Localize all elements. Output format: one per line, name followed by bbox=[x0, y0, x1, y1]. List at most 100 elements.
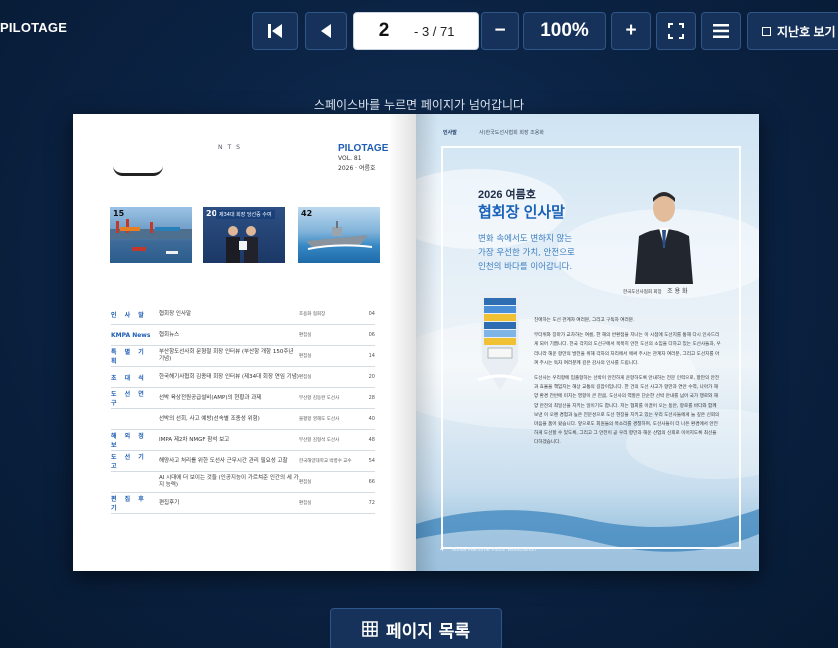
article-paragraph: 친애하는 도선 관계자 여러분, 그리고 구독자 여러분. bbox=[534, 318, 635, 323]
grid-icon bbox=[362, 621, 378, 637]
toc-row[interactable]: 초 대 석 한국해기사협회 김종태 회장 인터뷰 (제34대 회장 연임 기념)… bbox=[111, 367, 375, 388]
toc-author: 조용화 협회장 bbox=[299, 312, 326, 317]
toc-row[interactable]: 선박의 선회, 사고 예방(선속별 조종성 위험) 울평항 영해도 도선사 40 bbox=[111, 409, 375, 430]
toc-row[interactable]: 인 사 말 협회장 인사말 조용화 협회장 04 bbox=[111, 304, 375, 325]
toc-page: 48 bbox=[368, 437, 375, 443]
cover-logo-mark bbox=[113, 166, 163, 176]
portrait-caption: 한국도선사협회 회장 조 용 화 bbox=[623, 286, 688, 295]
first-page-icon bbox=[268, 24, 282, 38]
fullscreen-icon bbox=[668, 23, 684, 39]
toc-title: 한국해기사협회 김종태 회장 인터뷰 (제34대 회장 연임 기념) bbox=[159, 373, 299, 380]
toc-row[interactable]: AI 시대에 더 보이는 것들 (인공지능이 가르쳐준 인간의 세 가지 능력)… bbox=[111, 472, 375, 493]
prev-page-button[interactable] bbox=[305, 12, 347, 50]
page-total: - 3 / 71 bbox=[414, 23, 455, 39]
toc-category: 도 선 기 고 bbox=[111, 454, 147, 470]
article-paragraph: 무더위와 장마가 교차하는 여름, 한 해의 반환점을 지나는 이 시점에 도선… bbox=[534, 333, 721, 366]
toc-author: 편집실 bbox=[299, 480, 312, 485]
toc-row[interactable]: 특 별 기 획 부산항도선사회 문형철 회장 인터뷰 (부산항 개항 150주년… bbox=[111, 346, 375, 367]
toc-title: AI 시대에 더 보이는 것들 (인공지능이 가르쳐준 인간의 세 가지 능력) bbox=[159, 475, 299, 488]
article-issue: 2026 여름호 bbox=[478, 189, 536, 201]
toc-author: 편집실 bbox=[299, 333, 312, 338]
toc-title: 해양사고 처리를 위한 도선사 근무시간 관리 필요성 고찰 bbox=[159, 457, 288, 464]
toc-page: 04 bbox=[368, 311, 375, 317]
toc-author: 편집실 bbox=[299, 354, 312, 359]
masthead-title: PILOTAGE bbox=[338, 143, 389, 154]
first-page-button[interactable] bbox=[252, 12, 298, 50]
toc-title: 선박 육상전원공급설비(AMP)의 현황과 과제 bbox=[159, 394, 262, 401]
toc-title: 선박의 선회, 사고 예방(선속별 조종성 위험) bbox=[159, 415, 260, 422]
toc-author: 울평항 영해도 도선사 bbox=[299, 417, 340, 422]
toc-row[interactable]: 편 집 후 기 편집후기 편집실 72 bbox=[111, 493, 375, 514]
toc-author: 부산항 김동완 도선사 bbox=[299, 396, 340, 401]
portrait-caption-name: 조 용 화 bbox=[667, 288, 688, 295]
toc-category: KMPA News bbox=[111, 331, 151, 339]
zoom-level[interactable]: 100% bbox=[523, 12, 606, 50]
toc-title: 협회장 인사말 bbox=[159, 310, 192, 317]
page-list-label: 페이지 목록 bbox=[385, 621, 471, 642]
page-input[interactable]: 2 - 3 / 71 bbox=[353, 12, 479, 50]
toc-page: 20 bbox=[368, 374, 375, 380]
current-page-value[interactable]: 2 bbox=[354, 20, 414, 42]
calligraphy-line: 변화 속에서도 변하지 않는 bbox=[478, 234, 573, 244]
thumbnail-number: 15 bbox=[113, 209, 125, 218]
thumbnail-award[interactable]: 20 제34대 회장 당선증 수여 bbox=[203, 207, 285, 263]
toc-row[interactable]: 도 선 기 고 해양사고 처리를 위한 도선사 근무시간 관리 필요성 고찰 한… bbox=[111, 451, 375, 472]
toc-page: 72 bbox=[368, 500, 375, 506]
toc-category: 특 별 기 획 bbox=[111, 349, 147, 365]
spacebar-hint: 스페이스바를 누르면 페이지가 넘어갑니다 bbox=[313, 98, 525, 112]
footer-association: Korea Maritime Pilots' Association bbox=[452, 547, 537, 553]
zoom-out-button[interactable]: − bbox=[481, 12, 519, 50]
masthead-volume: VOL. 81 bbox=[338, 155, 362, 162]
thumbnail-port[interactable]: 15 bbox=[110, 207, 192, 263]
toc-page: 28 bbox=[368, 395, 375, 401]
toc-row[interactable]: 해 외 정 보 IMPA 제2차 NMGF 참석 보고 부산항 김형석 도선사 … bbox=[111, 430, 375, 451]
toc-page: 40 bbox=[368, 416, 375, 422]
thumbnail-caption: 제34대 회장 당선증 수여 bbox=[216, 210, 275, 219]
chevron-left-icon bbox=[321, 24, 331, 38]
portrait-caption-role: 한국도선사협회 회장 bbox=[623, 290, 662, 295]
calligraphy-quote: 변화 속에서도 변하지 않는 가장 우선한 가치, 안전으로 인천의 바다를 이… bbox=[478, 232, 575, 274]
toc-author: 한국해양대학교 박병수 교수 bbox=[299, 459, 352, 464]
toc-category: 해 외 정 보 bbox=[111, 433, 147, 449]
article-body: 친애하는 도선 관계자 여러분, 그리고 구독자 여러분. 무더위와 장마가 교… bbox=[534, 316, 722, 454]
calligraphy-line: 가장 우선한 가치, 안전으로 bbox=[478, 248, 575, 258]
toc-page: 14 bbox=[368, 353, 375, 359]
archive-button[interactable]: 지난호 보기 bbox=[747, 12, 838, 50]
minus-icon: − bbox=[494, 20, 506, 41]
left-page[interactable]: NTS PILOTAGE VOL. 81 2026 · 여름호 15 20 제3… bbox=[73, 114, 416, 571]
toc-page: 66 bbox=[368, 479, 375, 485]
toc-title: 편집후기 bbox=[159, 499, 180, 506]
menu-button[interactable] bbox=[701, 12, 741, 50]
toc-row[interactable]: KMPA News 협회뉴스 편집실 06 bbox=[111, 325, 375, 346]
toc-page: 54 bbox=[368, 458, 375, 464]
toc-category: 초 대 석 bbox=[111, 374, 147, 382]
toc-title: IMPA 제2차 NMGF 참석 보고 bbox=[159, 436, 230, 443]
calligraphy-line: 인천의 바다를 이어갑니다. bbox=[478, 262, 573, 272]
brand-logo: PILOTAGE bbox=[0, 20, 68, 35]
masthead-issue: 2026 · 여름호 bbox=[338, 165, 376, 172]
thumbnail-ship[interactable]: 42 bbox=[298, 207, 380, 263]
book-spread[interactable]: NTS PILOTAGE VOL. 81 2026 · 여름호 15 20 제3… bbox=[73, 114, 759, 571]
toc-author: 부산항 김형석 도선사 bbox=[299, 438, 340, 443]
header-nts: NTS bbox=[218, 144, 245, 151]
toc-category: 편 집 후 기 bbox=[111, 496, 147, 512]
archive-label: 지난호 보기 bbox=[777, 24, 836, 39]
zoom-in-button[interactable]: + bbox=[611, 12, 651, 50]
page-list-button[interactable]: 페이지 목록 bbox=[330, 608, 502, 648]
article-paragraph: 도선사는 우리항에 입출항하는 선박이 안전하게 운항하도록 안내하는 전문 인… bbox=[534, 376, 720, 446]
president-portrait bbox=[635, 192, 693, 284]
toc-title: 부산항도선사회 문형철 회장 인터뷰 (부산항 개항 150주년 기념) bbox=[159, 349, 294, 362]
archive-icon bbox=[762, 26, 771, 36]
container-ship-illustration bbox=[477, 294, 523, 390]
fullscreen-button[interactable] bbox=[656, 12, 696, 50]
toc-category: 인 사 말 bbox=[111, 311, 147, 319]
toc-page: 06 bbox=[368, 332, 375, 338]
toc-author: 편집실 bbox=[299, 501, 312, 506]
menu-icon bbox=[713, 24, 729, 38]
toc-title: 협회뉴스 bbox=[159, 331, 180, 338]
plus-icon: + bbox=[625, 20, 637, 41]
right-page[interactable]: 인사말 사)한국도선사협회 회장 조용화 2026 여름호 협회장 인사말 변화… bbox=[416, 114, 759, 571]
table-of-contents: 인 사 말 협회장 인사말 조용화 협회장 04 KMPA News 협회뉴스 … bbox=[111, 304, 375, 514]
toc-row[interactable]: 도 선 연 구 선박 육상전원공급설비(AMP)의 현황과 과제 부산항 김동완… bbox=[111, 388, 375, 409]
thumbnail-number: 42 bbox=[301, 209, 313, 218]
